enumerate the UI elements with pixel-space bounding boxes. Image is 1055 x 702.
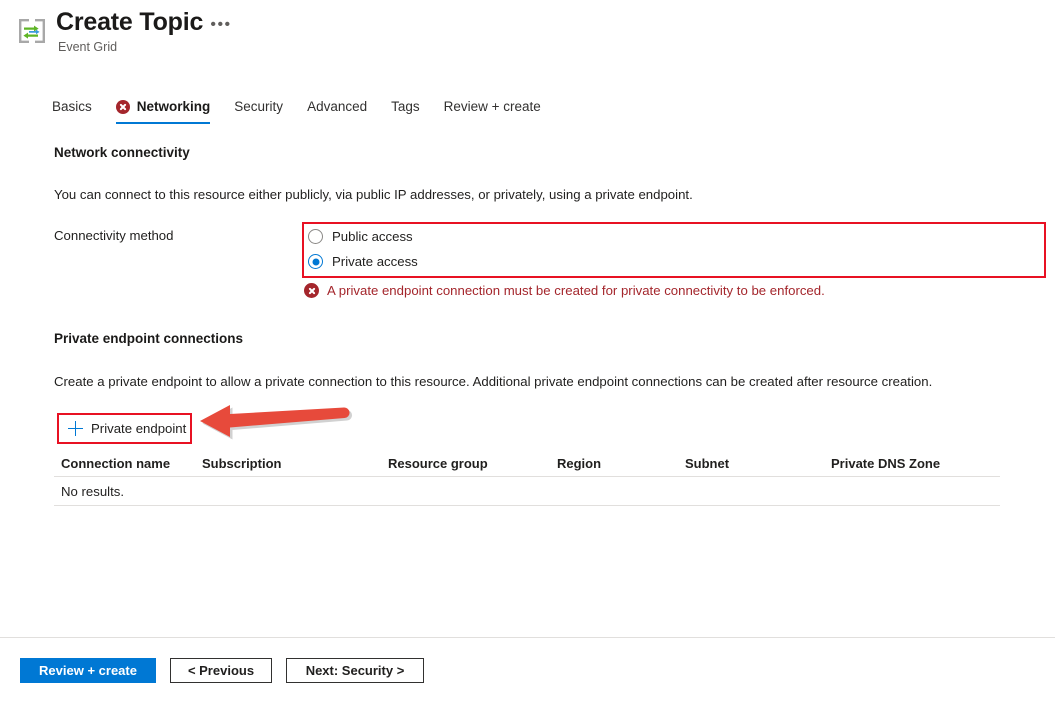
private-endpoint-connections-description: Create a private endpoint to allow a pri… — [54, 374, 932, 389]
page-title: Create Topic — [56, 8, 203, 37]
table-empty-text: No results. — [54, 484, 124, 499]
page-header: Create Topic ••• Event Grid — [0, 0, 1055, 62]
event-grid-icon — [16, 16, 48, 46]
network-connectivity-description: You can connect to this resource either … — [54, 187, 693, 202]
add-private-endpoint-label: Private endpoint — [91, 421, 186, 436]
radio-indicator — [308, 229, 323, 244]
column-header-connection-name: Connection name — [54, 456, 202, 471]
more-options-button[interactable]: ••• — [208, 14, 234, 36]
tab-review-create[interactable]: Review + create — [432, 98, 553, 124]
column-header-resource-group: Resource group — [388, 456, 557, 471]
column-header-subnet: Subnet — [685, 456, 831, 471]
column-header-region: Region — [557, 456, 685, 471]
tab-label: Tags — [391, 98, 420, 115]
error-circle-icon — [116, 100, 130, 114]
connectivity-validation-error: A private endpoint connection must be cr… — [304, 283, 825, 298]
radio-private-access[interactable]: Private access — [308, 249, 1038, 274]
tab-advanced[interactable]: Advanced — [295, 98, 379, 124]
private-endpoint-connections-heading: Private endpoint connections — [54, 331, 243, 346]
tab-security[interactable]: Security — [222, 98, 295, 124]
error-message: A private endpoint connection must be cr… — [327, 283, 825, 298]
network-connectivity-heading: Network connectivity — [54, 145, 190, 160]
radio-public-access[interactable]: Public access — [308, 224, 1038, 249]
annotation-arrow — [190, 396, 355, 446]
page-subtitle: Event Grid — [58, 40, 117, 54]
column-header-subscription: Subscription — [202, 456, 388, 471]
tab-label: Advanced — [307, 98, 367, 115]
tab-label: Review + create — [444, 98, 541, 115]
wizard-footer: Review + create < Previous Next: Securit… — [20, 658, 424, 683]
add-private-endpoint-button[interactable]: Private endpoint — [59, 415, 190, 442]
tab-label: Basics — [52, 98, 92, 115]
previous-button[interactable]: < Previous — [170, 658, 272, 683]
tab-basics[interactable]: Basics — [52, 98, 104, 124]
connectivity-method-label: Connectivity method — [54, 228, 173, 243]
table-empty-row: No results. — [54, 477, 1000, 506]
tab-networking[interactable]: Networking — [104, 98, 223, 124]
footer-divider — [0, 637, 1055, 638]
next-security-button[interactable]: Next: Security > — [286, 658, 424, 683]
private-endpoint-connections-table: Connection name Subscription Resource gr… — [54, 450, 1000, 506]
tab-label: Networking — [137, 98, 211, 115]
radio-label: Private access — [332, 254, 418, 269]
tab-tags[interactable]: Tags — [379, 98, 432, 124]
review-create-button[interactable]: Review + create — [20, 658, 156, 683]
radio-indicator — [308, 254, 323, 269]
radio-label: Public access — [332, 229, 413, 244]
error-circle-icon — [304, 283, 319, 298]
wizard-tabs: Basics Networking Security Advanced Tags… — [52, 98, 553, 130]
table-header-row: Connection name Subscription Resource gr… — [54, 450, 1000, 477]
tab-label: Security — [234, 98, 283, 115]
column-header-private-dns-zone: Private DNS Zone — [831, 456, 991, 471]
connectivity-method-radio-group: Public access Private access — [308, 224, 1038, 274]
plus-icon — [68, 421, 83, 436]
